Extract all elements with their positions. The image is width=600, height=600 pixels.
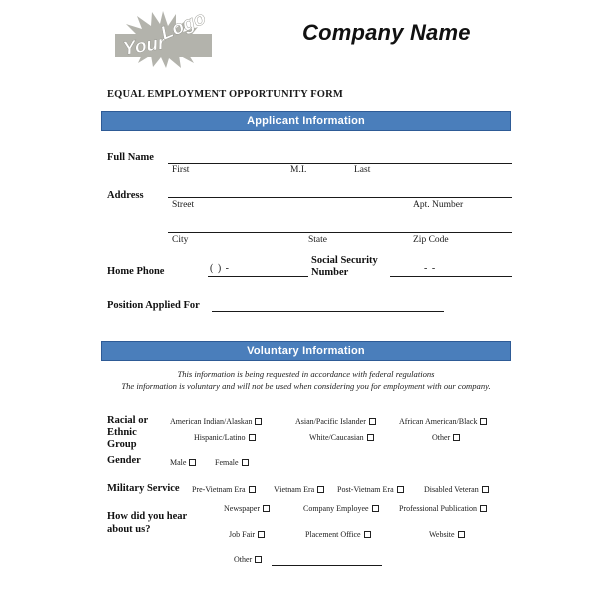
checkbox-label: Other [234, 555, 253, 564]
checkbox-disabled-veteran[interactable]: Disabled Veteran [424, 485, 489, 494]
checkbox-box-icon[interactable] [480, 505, 487, 512]
checkbox-box-icon[interactable] [258, 531, 265, 538]
position-applied-for-input-line[interactable] [212, 311, 444, 313]
starburst-logo-icon: Your Logo [106, 10, 221, 68]
how-did-you-hear-label-line-1: How did you hear [107, 511, 188, 522]
checkbox-label: Post-Vietnam Era [337, 485, 394, 494]
checkbox-box-icon[interactable] [457, 531, 465, 538]
ssn-label-line-2: Number [311, 267, 349, 278]
checkbox-box-icon[interactable] [481, 486, 489, 493]
racial-group-label-line-1: Racial or [107, 415, 149, 426]
checkbox-box-icon[interactable] [262, 505, 270, 512]
apt-number-label: Apt. Number [413, 200, 464, 210]
checkbox-label: Female [215, 458, 239, 467]
section-header-applicant-information: Applicant Information [101, 111, 511, 131]
checkbox-label: Asian/Pacific Islander [295, 417, 366, 426]
checkbox-label: Pre-Vietnam Era [192, 485, 246, 494]
section-header-voluntary-information: Voluntary Information [101, 341, 511, 361]
checkbox-pre-vietnam-era[interactable]: Pre-Vietnam Era [192, 485, 256, 494]
eeo-form-page: Your Logo Company Name EQUAL EMPLOYMENT … [0, 0, 600, 600]
home-phone-value[interactable]: ( ) - [210, 263, 230, 274]
checkbox-box-icon[interactable] [368, 418, 376, 425]
street-input-line[interactable] [168, 197, 512, 199]
checkbox-american-indian-alaskan[interactable]: American Indian/Alaskan [170, 417, 263, 426]
middle-initial-label: M.I. [290, 165, 307, 175]
checkbox-label: Company Employee [303, 504, 369, 513]
checkbox-box-icon[interactable] [453, 434, 461, 441]
last-name-label: Last [354, 165, 371, 175]
company-name-title: Company Name [302, 20, 471, 45]
checkbox-white-caucasian[interactable]: White/Caucasian [309, 433, 374, 442]
checkbox-post-vietnam-era[interactable]: Post-Vietnam Era [337, 485, 404, 494]
home-phone-label: Home Phone [107, 266, 165, 277]
city-state-zip-input-line[interactable] [168, 232, 512, 234]
ssn-input-line[interactable] [390, 276, 512, 278]
racial-group-label-line-3: Group [107, 439, 137, 450]
checkbox-race-other[interactable]: Other [432, 433, 461, 442]
checkbox-website[interactable]: Website [429, 530, 465, 539]
checkbox-gender-female[interactable]: Female [215, 458, 249, 467]
hear-other-input-line[interactable] [272, 565, 382, 567]
full-name-input-line[interactable] [168, 163, 512, 165]
first-name-label: First [172, 165, 190, 175]
checkbox-label: Website [429, 530, 455, 539]
checkbox-vietnam-era[interactable]: Vietnam Era [274, 485, 325, 494]
checkbox-company-employee[interactable]: Company Employee [303, 504, 379, 513]
page-title: EQUAL EMPLOYMENT OPPORTUNITY FORM [107, 89, 343, 100]
checkbox-gender-male[interactable]: Male [170, 458, 197, 467]
checkbox-box-icon[interactable] [248, 486, 256, 493]
checkbox-label: African American/Black [399, 417, 478, 426]
checkbox-newspaper[interactable]: Newspaper [224, 504, 270, 513]
checkbox-hispanic-latino[interactable]: Hispanic/Latino [194, 433, 256, 442]
checkbox-label: Other [432, 433, 451, 442]
checkbox-box-icon[interactable] [241, 459, 249, 466]
checkbox-asian-pacific-islander[interactable]: Asian/Pacific Islander [295, 417, 376, 426]
checkbox-box-icon[interactable] [255, 556, 263, 563]
checkbox-box-icon[interactable] [189, 459, 197, 466]
checkbox-label: Professional Publication [399, 504, 477, 513]
checkbox-placement-office[interactable]: Placement Office [305, 530, 371, 539]
checkbox-label: Vietnam Era [274, 485, 315, 494]
checkbox-box-icon[interactable] [480, 418, 488, 425]
checkbox-african-american-black[interactable]: African American/Black [399, 417, 488, 426]
home-phone-input-line[interactable] [208, 276, 308, 278]
ssn-label-line-1: Social Security [311, 255, 378, 266]
checkbox-box-icon[interactable] [371, 505, 379, 512]
document-header: Your Logo Company Name [0, 0, 600, 78]
checkbox-label: Hispanic/Latino [194, 433, 246, 442]
checkbox-label: American Indian/Alaskan [170, 417, 253, 426]
checkbox-box-icon[interactable] [248, 434, 256, 441]
street-label: Street [172, 200, 195, 210]
position-applied-for-label: Position Applied For [107, 300, 200, 311]
checkbox-box-icon[interactable] [396, 486, 404, 493]
checkbox-box-icon[interactable] [255, 418, 263, 425]
military-service-label: Military Service [107, 483, 180, 494]
gender-label: Gender [107, 455, 141, 466]
full-name-label: Full Name [107, 152, 154, 163]
checkbox-box-icon[interactable] [366, 434, 374, 441]
ssn-value[interactable]: - - [424, 263, 436, 274]
voluntary-note-line-1: This information is being requested in a… [177, 369, 435, 379]
checkbox-job-fair[interactable]: Job Fair [229, 530, 265, 539]
how-did-you-hear-label-line-2: about us? [107, 524, 151, 535]
racial-group-label-line-2: Ethnic [107, 427, 137, 438]
zip-code-label: Zip Code [413, 235, 449, 245]
checkbox-label: Job Fair [229, 530, 255, 539]
address-label: Address [107, 190, 144, 201]
checkbox-label: Male [170, 458, 187, 467]
checkbox-label: Placement Office [305, 530, 361, 539]
checkbox-label: Newspaper [224, 504, 260, 513]
checkbox-professional-publication[interactable]: Professional Publication [399, 504, 487, 513]
city-label: City [172, 235, 189, 245]
checkbox-box-icon[interactable] [317, 486, 325, 493]
checkbox-label: White/Caucasian [309, 433, 364, 442]
voluntary-note-line-2: The information is voluntary and will no… [121, 381, 491, 391]
state-label: State [308, 235, 327, 245]
checkbox-hear-other[interactable]: Other [234, 555, 263, 564]
checkbox-box-icon[interactable] [363, 531, 371, 538]
checkbox-label: Disabled Veteran [424, 485, 479, 494]
